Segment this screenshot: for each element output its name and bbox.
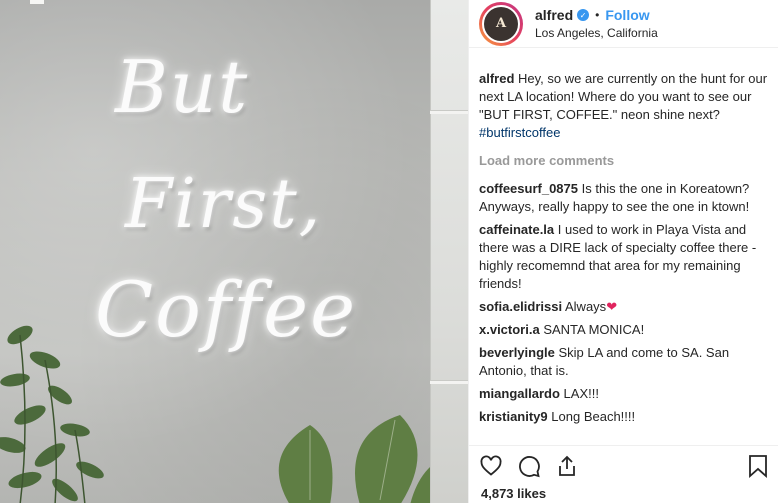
comment-username[interactable]: kristianity9 [479,409,548,424]
comment-item: beverlyingle Skip LA and come to SA. San… [479,344,771,380]
comment-item: caffeinate.la I used to work in Playa Vi… [479,221,771,293]
comment-item: coffeesurf_0875 Is this the one in Korea… [479,180,771,216]
comment-text: LAX!!! [563,386,599,401]
comment-text: Long Beach!!!! [551,409,636,424]
comment-username[interactable]: x.victori.a [479,322,540,337]
comment-text: Always [565,299,607,314]
avatar-logo: A [484,6,518,41]
follow-button[interactable]: Follow [605,7,649,23]
separator-dot: • [595,8,600,22]
post-actions: 4,873 likes [469,445,778,503]
plant-left [0,325,104,503]
heart-emoji-icon: ❤ [606,299,618,314]
window-shelf [430,380,468,384]
hashtag-link[interactable]: #butfirstcoffee [479,125,560,140]
comment-username[interactable]: miangallardo [479,386,560,401]
load-more-comments-button[interactable]: Load more comments [479,152,771,170]
plant-right [278,415,450,503]
comment-text: SANTA MONICA! [543,322,645,337]
comment-item: x.victori.a SANTA MONICA! [479,321,771,339]
neon-line-2: First, [125,165,323,244]
avatar[interactable]: A [479,1,523,46]
post-header: A alfred ✓ • Follow Los Angeles, Califor… [469,0,778,48]
comments-list[interactable]: alfred Hey, so we are currently on the h… [479,70,771,445]
heart-icon[interactable] [479,454,503,478]
post-sidebar: A alfred ✓ • Follow Los Angeles, Califor… [468,0,778,503]
window-frame [430,0,468,503]
caption: alfred Hey, so we are currently on the h… [479,70,771,142]
comment-item: miangallardo LAX!!! [479,385,771,403]
comment-username[interactable]: caffeinate.la [479,222,554,237]
neon-line-1: But [115,45,250,129]
comment-username[interactable]: beverlyingle [479,345,555,360]
ceiling-light [30,0,44,4]
verified-check-icon: ✓ [577,9,590,21]
caption-text: Hey, so we are currently on the hunt for… [479,71,768,122]
comment-item: kristianity9 Long Beach!!!! [479,408,771,426]
post-username[interactable]: alfred [535,7,573,23]
comment-icon[interactable] [517,454,541,478]
share-icon[interactable] [555,454,579,478]
post-location[interactable]: Los Angeles, California [535,26,658,40]
caption-username[interactable]: alfred [479,71,514,86]
likes-count[interactable]: 4,873 likes [481,486,546,501]
post-photo[interactable]: But First, Coffee [0,0,468,503]
window-shelf [430,110,468,114]
comment-username[interactable]: sofia.elidrissi [479,299,562,314]
bookmark-icon[interactable] [747,454,769,478]
comment-username[interactable]: coffeesurf_0875 [479,181,578,196]
comment-item: sofia.elidrissi Always❤ [479,298,771,316]
